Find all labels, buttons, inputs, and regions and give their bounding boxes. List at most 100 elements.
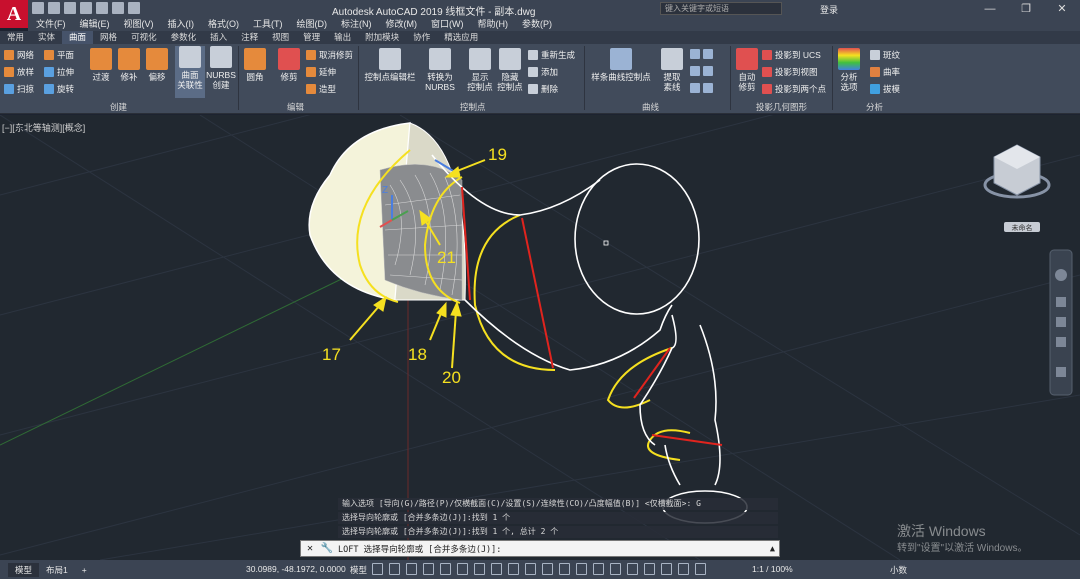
units-display[interactable]: 小数 [890, 564, 907, 576]
tab-solid[interactable]: 实体 [31, 31, 62, 44]
menu-dimension[interactable]: 标注(N) [341, 17, 372, 31]
tab-manage[interactable]: 管理 [296, 31, 327, 44]
infer-icon[interactable] [406, 563, 417, 575]
tab-parametric[interactable]: 参数化 [164, 31, 204, 44]
rebuild-button[interactable]: 重新生成 [528, 49, 575, 61]
menu-edit[interactable]: 编辑(E) [80, 17, 110, 31]
polar-icon[interactable] [457, 563, 468, 575]
steering-wheel-icon[interactable] [1055, 269, 1067, 281]
workspace-icon[interactable] [695, 563, 706, 575]
model-canvas[interactable]: Z 19 21 17 18 20 未命名 [0, 115, 1080, 560]
profile-curve-mid[interactable] [473, 214, 556, 371]
delete-cv-button[interactable]: 删除 [528, 83, 558, 95]
tab-view[interactable]: 视图 [265, 31, 296, 44]
selection-filter-icon[interactable] [610, 563, 621, 575]
tab-mesh[interactable]: 网格 [93, 31, 124, 44]
search-input[interactable]: 键入关键字或短语 [660, 2, 782, 15]
new-file-icon[interactable] [32, 2, 44, 14]
showmotion-icon[interactable] [1056, 367, 1066, 377]
gizmo-icon[interactable] [627, 563, 638, 575]
tab-layout1[interactable]: 布局1 [39, 563, 75, 577]
fillet-button[interactable]: 圆角 [243, 48, 267, 82]
extrude-button[interactable]: 拉伸 [44, 66, 74, 78]
auto-trim-button[interactable]: 自动 修剪 [733, 48, 761, 92]
open-file-icon[interactable] [48, 2, 60, 14]
isodraft-icon[interactable] [474, 563, 485, 575]
convert-to-nurbs-button[interactable]: 转换为 NURBS [424, 48, 456, 92]
annotation-scale[interactable]: 1:1 / 100% [752, 564, 793, 574]
minimize-button[interactable]: — [972, 0, 1008, 17]
object-snap-tracking-icon[interactable] [491, 563, 502, 575]
planar-surface-button[interactable]: 平面 [44, 49, 74, 61]
project-to-ucs-button[interactable]: 投影到 UCS [762, 49, 821, 61]
nurbs-creation-button[interactable]: NURBS 创建 [206, 46, 236, 90]
pan-icon[interactable] [1056, 297, 1066, 307]
tab-visualize[interactable]: 可视化 [124, 31, 164, 44]
3d-osnap-icon[interactable] [576, 563, 587, 575]
loft-button[interactable]: 放样 [4, 66, 34, 78]
annotation-scale-icon[interactable] [678, 563, 689, 575]
save-icon[interactable] [64, 2, 76, 14]
annotation-visibility-icon[interactable] [644, 563, 655, 575]
close-button[interactable]: ✕ [1044, 0, 1080, 17]
autocad-logo-icon[interactable]: A [0, 0, 28, 28]
tab-home[interactable]: 常用 [0, 31, 31, 44]
ortho-icon[interactable] [440, 563, 451, 575]
analysis-options-button[interactable]: 分析 选项 [836, 48, 862, 92]
dynamic-input-icon[interactable] [423, 563, 434, 575]
menu-parametric[interactable]: 参数(P) [522, 17, 552, 31]
selection-cycling-icon[interactable] [559, 563, 570, 575]
snap-icon[interactable] [389, 563, 400, 575]
transparency-icon[interactable] [542, 563, 553, 575]
menu-modify[interactable]: 修改(M) [386, 17, 418, 31]
model-space-toggle[interactable]: 模型 [350, 564, 367, 576]
menu-insert[interactable]: 插入(I) [168, 17, 195, 31]
untrim-button[interactable]: 取消修剪 [306, 49, 353, 61]
menu-tools[interactable]: 工具(T) [253, 17, 283, 31]
wireframe-outline[interactable] [431, 154, 748, 524]
menu-file[interactable]: 文件(F) [36, 17, 66, 31]
zoom-icon[interactable] [1056, 317, 1066, 327]
project-to-view-button[interactable]: 投影到视图 [762, 66, 818, 78]
plot-icon[interactable] [96, 2, 108, 14]
curve-tool-2[interactable] [690, 66, 713, 76]
tab-insert[interactable]: 插入 [203, 31, 234, 44]
spline-cv-button[interactable]: 样条曲线控制点 [588, 48, 654, 82]
tab-surface[interactable]: 曲面 [62, 31, 94, 44]
restore-button[interactable]: ❐ [1008, 0, 1044, 17]
add-cv-button[interactable]: 添加 [528, 66, 558, 78]
curvature-button[interactable]: 曲率 [870, 66, 900, 78]
close-icon[interactable]: ✕ [304, 543, 316, 555]
menu-view[interactable]: 视图(V) [124, 17, 154, 31]
curve-tool-3[interactable] [690, 83, 713, 93]
tab-model[interactable]: 模型 [8, 562, 40, 577]
extract-isoline-button[interactable]: 提取 素线 [658, 48, 686, 92]
tab-featured-apps[interactable]: 精选应用 [437, 31, 485, 44]
patch-button[interactable]: 修补 [116, 48, 142, 82]
menu-window[interactable]: 窗口(W) [431, 17, 464, 31]
navigation-bar[interactable] [1049, 249, 1073, 396]
undo-icon[interactable] [112, 2, 124, 14]
menu-draw[interactable]: 绘图(D) [297, 17, 328, 31]
orbit-icon[interactable] [1056, 337, 1066, 347]
extend-button[interactable]: 延伸 [306, 66, 336, 78]
tab-annotate[interactable]: 注释 [234, 31, 265, 44]
curve-tool-1[interactable] [690, 49, 713, 59]
hide-cv-button[interactable]: 隐藏 控制点 [494, 48, 526, 92]
show-cv-button[interactable]: 显示 控制点 [464, 48, 496, 92]
network-surface-button[interactable]: 网络 [4, 49, 34, 61]
tab-collaborate[interactable]: 协作 [406, 31, 437, 44]
trim-button[interactable]: 修剪 [277, 48, 301, 82]
dynamic-ucs-icon[interactable] [593, 563, 604, 575]
zebra-button[interactable]: 斑纹 [870, 49, 900, 61]
sculpt-button[interactable]: 造型 [306, 83, 336, 95]
tab-addins[interactable]: 附加模块 [358, 31, 406, 44]
expand-history-icon[interactable]: ▲ [770, 544, 775, 554]
sweep-button[interactable]: 扫掠 [4, 83, 34, 95]
tab-output[interactable]: 输出 [327, 31, 358, 44]
add-layout-button[interactable]: + [75, 563, 94, 577]
menu-format[interactable]: 格式(O) [208, 17, 239, 31]
draft-button[interactable]: 拔模 [870, 83, 900, 95]
cv-edit-bar-button[interactable]: 控制点编辑栏 [362, 48, 418, 82]
wrench-icon[interactable]: 🔧 [321, 543, 333, 555]
